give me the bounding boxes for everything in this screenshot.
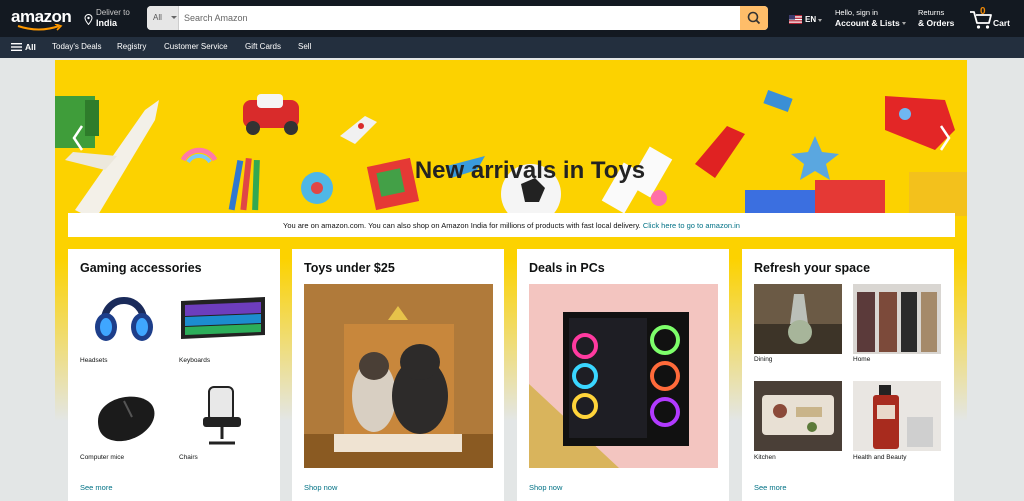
language-code: EN [805,15,817,24]
shop-now-link[interactable]: Shop now [529,483,562,492]
all-label: All [25,42,36,52]
item-label[interactable]: Kitchen [754,454,776,461]
deliver-country: India [96,18,118,28]
account-greeting: Hello, sign in [835,8,878,17]
item-label[interactable]: Health and Beauty [853,454,906,461]
account-menu[interactable]: Hello, sign in Account & Lists [835,8,907,32]
card-title: Deals in PCs [529,261,605,275]
account-lists-label: Account & Lists [835,18,900,28]
cart-button[interactable]: 0 Cart [969,6,1015,32]
item-label[interactable]: Keyboards [179,357,210,364]
see-more-link[interactable]: See more [80,483,113,492]
chevron-down-icon [901,22,906,26]
us-flag-icon [789,15,802,24]
orders-label: & Orders [918,18,955,28]
all-menu-button[interactable]: All [11,42,36,52]
card-title: Toys under $25 [304,261,395,275]
search-input[interactable] [180,6,740,30]
location-pin-icon [84,14,93,25]
see-more-link[interactable]: See more [754,483,787,492]
gaming-pc-image[interactable] [529,284,718,468]
returns-orders[interactable]: Returns & Orders [918,8,958,32]
returns-label: Returns [918,8,945,17]
nav-link-todays-deals[interactable]: Today's Deals [52,42,102,51]
carousel-prev-icon[interactable] [70,122,86,154]
card-refresh-your-space: Refresh your space Dining Home Kitchen H… [742,249,954,501]
cart-label: Cart [993,18,1011,28]
item-label[interactable]: Home [853,356,870,363]
item-label[interactable]: Chairs [179,454,198,461]
sub-nav: All Today's Deals Registry Customer Serv… [0,37,1024,58]
card-toys-under-25: Toys under $25 Shop now [292,249,504,501]
menu-icon [11,43,22,51]
computer-mouse-image[interactable] [80,381,168,451]
search-button[interactable] [740,6,768,30]
top-nav: amazon Deliver to India All Search Amazo… [0,0,1024,37]
carousel-next-icon[interactable] [937,122,953,154]
nav-link-customer-service[interactable]: Customer Service [164,42,228,51]
gaming-chair-image[interactable] [179,381,267,451]
notice-text: You are on amazon.com. You can also shop… [283,221,641,230]
language-selector[interactable]: EN [789,14,825,26]
deliver-to[interactable]: Deliver to India [84,8,140,30]
hero-title: New arrivals in Toys [414,157,646,184]
card-title: Refresh your space [754,261,871,275]
item-label[interactable]: Computer mice [80,454,124,461]
nav-link-sell[interactable]: Sell [298,42,311,51]
logo-smile-icon [17,24,63,31]
locale-notice: You are on amazon.com. You can also shop… [68,213,955,237]
health-beauty-image[interactable] [853,381,941,451]
plush-toys-image[interactable] [304,284,493,468]
search-category-select[interactable]: All [147,6,179,30]
home-image[interactable] [853,284,941,354]
headset-image[interactable] [80,283,168,353]
item-label[interactable]: Headsets [80,357,107,364]
search-category-label: All [153,13,162,22]
kitchen-image[interactable] [754,381,842,451]
card-title: Gaming accessories [80,261,202,275]
chevron-down-icon [818,19,822,22]
nav-link-registry[interactable]: Registry [117,42,146,51]
card-deals-in-pcs: Deals in PCs Shop now [517,249,729,501]
dining-image[interactable] [754,284,842,354]
deliver-label: Deliver to [96,8,130,17]
keyboard-image[interactable] [179,283,267,353]
cart-count: 0 [980,6,986,17]
notice-link[interactable]: Click here to go to amazon.in [643,221,740,230]
item-label[interactable]: Dining [754,356,772,363]
search-bar: All [147,6,768,30]
shop-now-link[interactable]: Shop now [304,483,337,492]
card-gaming-accessories: Gaming accessories Headsets Keyboards Co… [68,249,280,501]
chevron-down-icon [171,16,177,19]
nav-link-gift-cards[interactable]: Gift Cards [245,42,281,51]
search-icon [747,11,761,25]
amazon-logo[interactable]: amazon [11,7,73,31]
